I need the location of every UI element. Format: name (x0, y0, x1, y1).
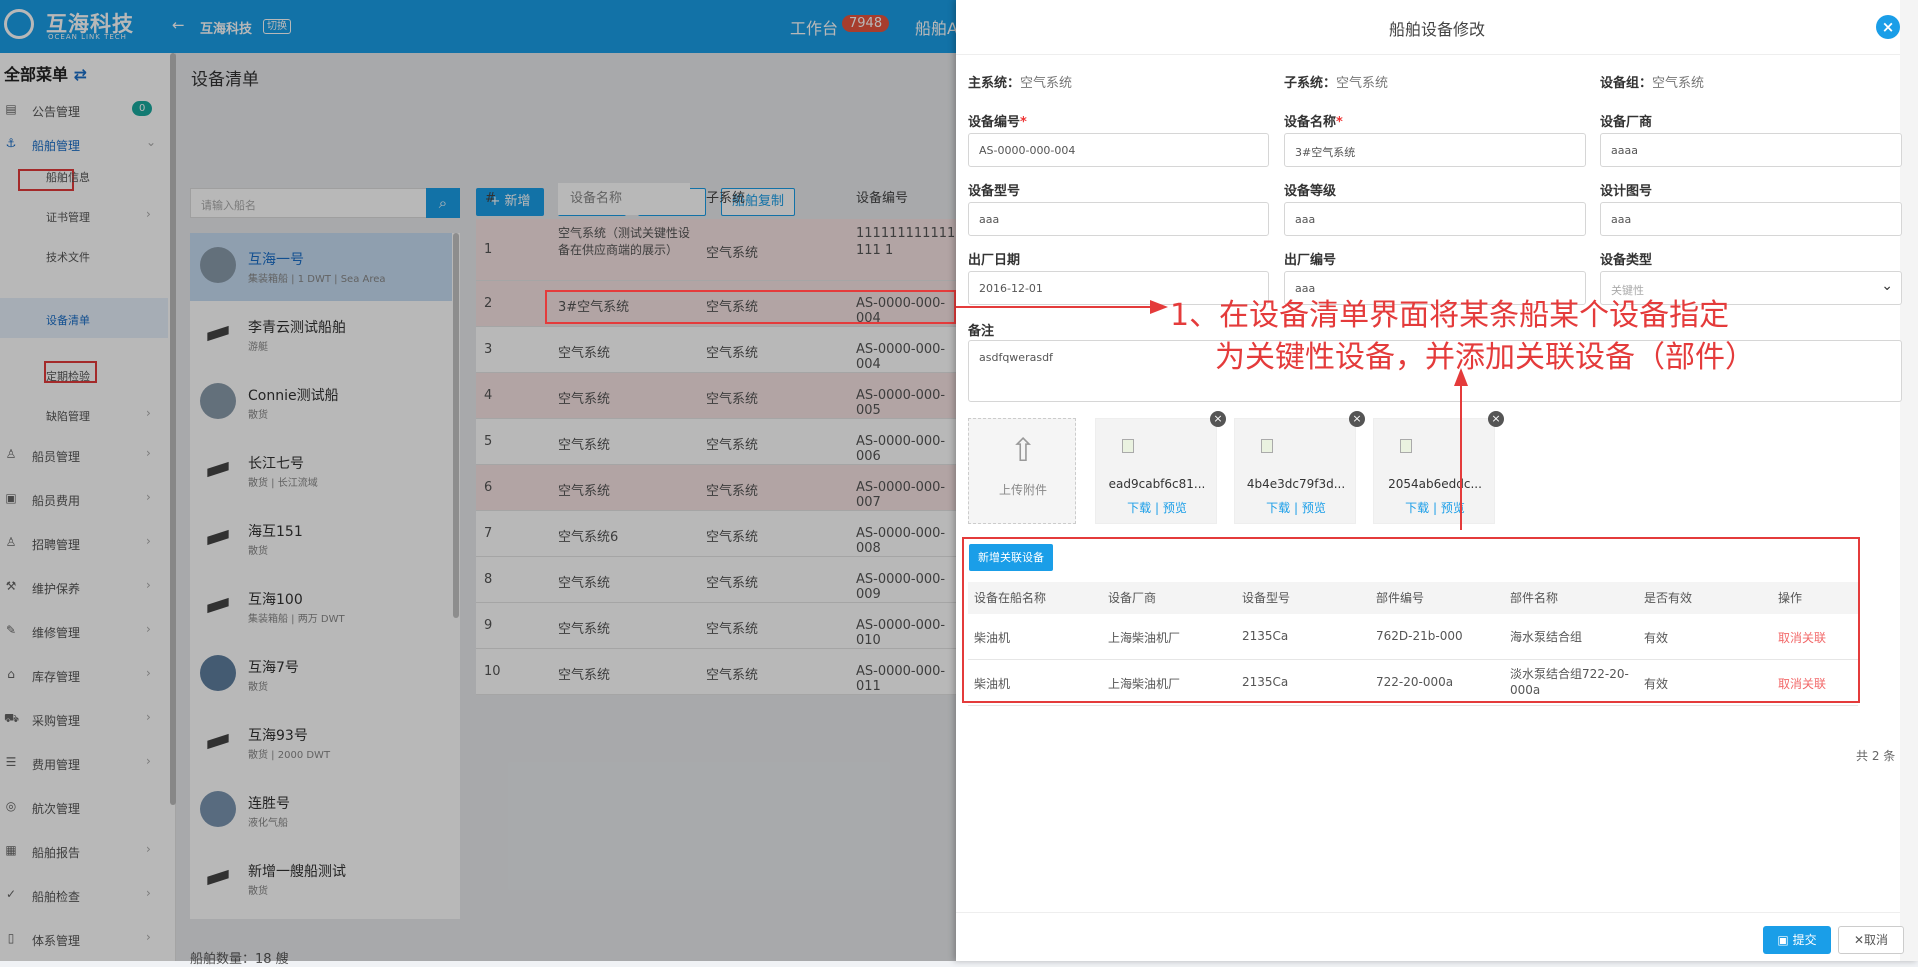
annotation-line-2: 为关键性设备，并添加关联设备（部件） (1215, 340, 1755, 375)
annotation-line-1: 1、在设备清单界面将某条船某个设备指定 (1170, 298, 1730, 333)
annotation-arrows (956, 300, 1468, 530)
